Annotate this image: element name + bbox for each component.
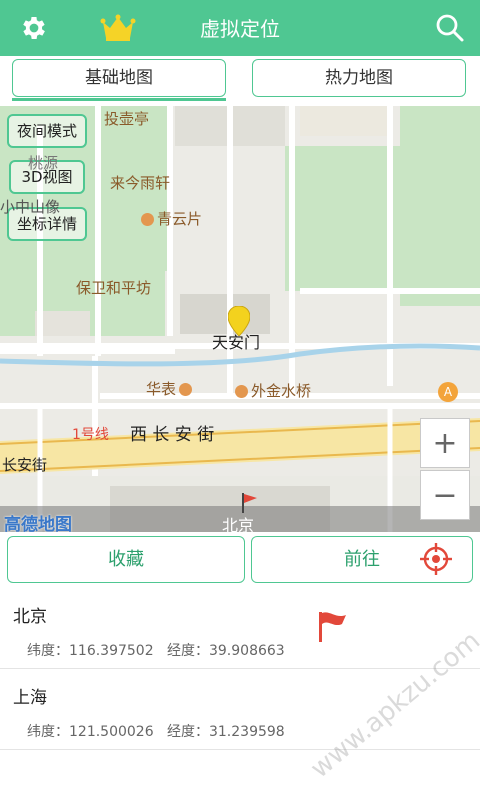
poi-qingyunpian-row: 青云片: [138, 208, 202, 229]
marker-label: 天安门: [212, 333, 261, 352]
poi-marker-icon: [141, 213, 154, 226]
poi-badge-a: A: [438, 382, 458, 402]
city-name: 上海: [13, 688, 47, 708]
map-view[interactable]: 夜间模式 3D视图 坐标详情 投壶亭 桃源 来今雨轩 小中山像 青云片 保卫和平…: [0, 106, 480, 532]
lat-label: 纬度：: [27, 643, 69, 659]
page-title: 虚拟定位: [200, 17, 280, 41]
poi-beijing: 北京: [222, 516, 255, 532]
poi-baowei: 保卫和平坊: [76, 279, 152, 297]
coordinates: 纬度：121.500026 经度：31.239598: [27, 721, 285, 741]
poi-zhongshan: 小中山像: [0, 198, 61, 216]
map-type-tabs: 基础地图 热力地图: [0, 56, 480, 106]
app-root: 虚拟定位 基础地图 热力地图 夜间模式 3D视图 坐标详情 投壶亭 桃源 来今雨…: [0, 0, 480, 800]
city-name: 北京: [13, 607, 47, 627]
top-bar: 虚拟定位: [0, 0, 480, 56]
lat-label: 纬度：: [27, 724, 69, 740]
street-label-xichangan: 西 长 安 街: [130, 425, 215, 445]
search-icon[interactable]: [432, 10, 468, 46]
zoom-in-button[interactable]: +: [420, 418, 470, 468]
favorite-button[interactable]: 收藏: [7, 536, 245, 583]
crosshair-icon[interactable]: [419, 542, 453, 576]
flag-icon: [316, 610, 348, 644]
action-bar: 收藏 前往: [0, 532, 480, 588]
map-provider-logo: 高德地图: [4, 515, 72, 532]
poi-marker-icon: [179, 383, 193, 396]
poi-subway-line: 1号线: [72, 427, 109, 443]
lng-value: 31.239598: [208, 724, 285, 740]
poi-qingyunpian: 青云片: [157, 210, 203, 228]
poi-taoyuan: 桃源: [28, 154, 59, 172]
lng-value: 39.908663: [208, 643, 285, 659]
lat-value: 116.397502: [69, 643, 154, 659]
list-item[interactable]: 北京 纬度：116.397502 经度：39.908663: [0, 588, 480, 669]
lng-label: 经度：: [166, 643, 209, 659]
poi-jinshuiqiao: 外金水桥: [251, 382, 312, 400]
zoom-out-button[interactable]: −: [420, 470, 470, 520]
street-label-changan: 长安街: [2, 456, 48, 474]
night-mode-button[interactable]: 夜间模式: [7, 114, 87, 148]
lng-label: 经度：: [166, 724, 209, 740]
poi-laijinyuxuan: 来今雨轩: [110, 174, 171, 192]
flag-marker-icon: [240, 492, 258, 514]
coordinates: 纬度：116.397502 经度：39.908663: [27, 640, 285, 660]
poi-touhuting: 投壶亭: [104, 110, 150, 128]
location-list: 北京 纬度：116.397502 经度：39.908663 上海 纬度：121.…: [0, 588, 480, 750]
lat-value: 121.500026: [69, 724, 154, 740]
tab-basic-map[interactable]: 基础地图: [12, 59, 226, 97]
poi-jinshuiqiao-row: 外金水桥: [232, 380, 311, 401]
poi-marker-icon: [235, 385, 248, 398]
tab-heat-map[interactable]: 热力地图: [252, 59, 466, 97]
poi-huabiao-row: 华表: [146, 378, 195, 399]
tab-selected-indicator: [12, 98, 226, 101]
poi-huabiao: 华表: [146, 380, 177, 398]
